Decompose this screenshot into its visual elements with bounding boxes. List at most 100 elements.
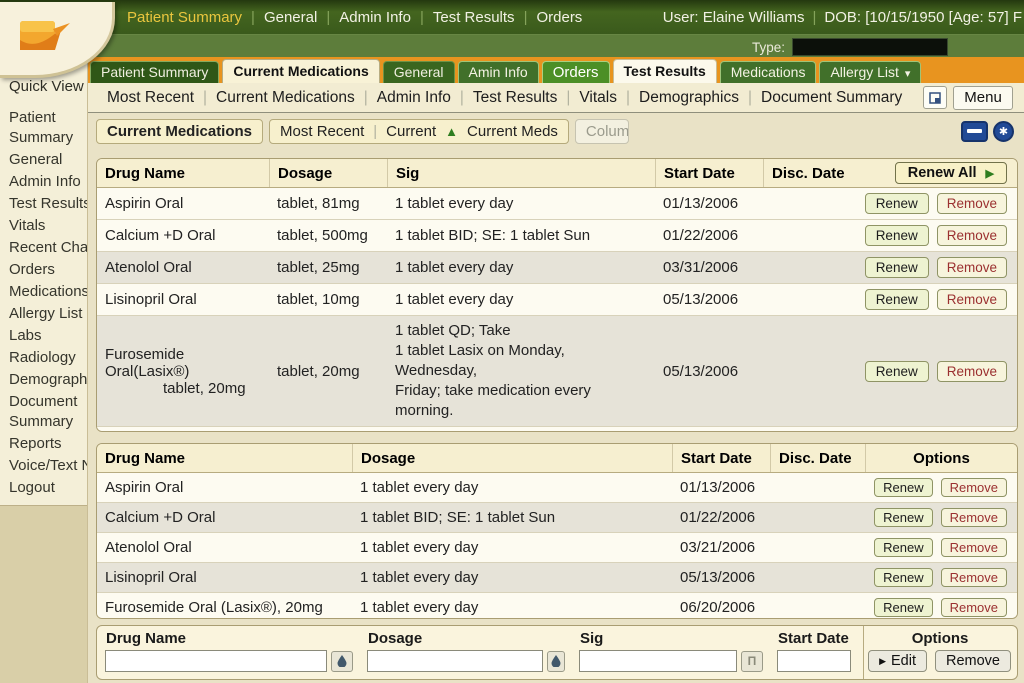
- remove-button[interactable]: Remove: [936, 257, 1007, 278]
- top-nav-patient-summary[interactable]: Patient Summary: [118, 9, 251, 26]
- remove-button[interactable]: Remove: [940, 478, 1007, 497]
- tab-patient-summary[interactable]: Patient Summary: [90, 61, 220, 83]
- renew-button[interactable]: Renew: [864, 360, 929, 382]
- cell-sig: 1 tablet every day: [387, 189, 655, 219]
- settings-icon[interactable]: ✱: [993, 120, 1014, 142]
- view-tab-current-medications[interactable]: Current Medications: [96, 118, 264, 144]
- tab-allergy-list[interactable]: Allergy List ▾: [819, 61, 922, 83]
- main-content: Patient Summary Current Medications Genera…: [88, 57, 1024, 683]
- col-sig: Sig: [387, 159, 655, 187]
- remove-button[interactable]: Remove: [940, 598, 1007, 617]
- tab-orders[interactable]: Orders: [541, 61, 610, 83]
- renew-all-button[interactable]: Renew All ▶: [894, 162, 1007, 184]
- drug-name-text: Calcium +D Oral: [105, 227, 216, 244]
- sidebar-item-admin-info[interactable]: Admin Info: [0, 172, 87, 192]
- renew-button[interactable]: Renew: [874, 538, 933, 557]
- sidebar-item-general[interactable]: General: [0, 150, 87, 170]
- cell-sig: 1 tablet every day: [387, 253, 655, 283]
- cell-actions: Renew Remove: [853, 284, 1017, 315]
- tab-amin-info[interactable]: Amin Info: [457, 61, 539, 83]
- cell-disc-date: [770, 513, 865, 523]
- remove-button[interactable]: Remove: [940, 568, 1007, 587]
- renew-button[interactable]: Renew: [864, 225, 929, 246]
- drug-lookup-button[interactable]: [331, 650, 353, 672]
- renew-button[interactable]: Renew: [874, 508, 933, 527]
- sidebar-item-vitals[interactable]: Vitals: [0, 216, 87, 236]
- edit-button[interactable]: ▶ Edit: [868, 650, 927, 672]
- remove-button[interactable]: Remove: [936, 289, 1007, 310]
- view-most-recent[interactable]: Most Recent: [280, 120, 364, 143]
- tab-current-medications[interactable]: Current Medications: [222, 59, 380, 83]
- view-current[interactable]: Current: [386, 120, 436, 143]
- sidebar-item-radiology[interactable]: Radiology: [0, 348, 87, 368]
- top-nav-general[interactable]: General: [255, 9, 326, 26]
- nav-admin-info[interactable]: Admin Info: [368, 89, 460, 107]
- sidebar-item-document-summary[interactable]: Document Summary: [0, 392, 87, 432]
- nav-current-medications[interactable]: Current Medications: [207, 89, 364, 107]
- tab-medications[interactable]: Medications: [719, 61, 817, 83]
- cell-drug-name: Aspirin Oral: [105, 479, 184, 496]
- cell-drug-name: Lisinopril Oral: [97, 286, 269, 313]
- col-dosage: Dosage: [269, 159, 387, 187]
- top-nav-orders[interactable]: Orders: [527, 9, 591, 26]
- sidebar-item-recent-charts[interactable]: Recent Charts: [0, 238, 87, 258]
- cell-disc-date: [770, 483, 865, 493]
- nav-test-results[interactable]: Test Results: [464, 89, 566, 107]
- sidebar-item-test-results[interactable]: Test Results: [0, 194, 87, 214]
- nav-demographics[interactable]: Demographics: [630, 89, 748, 107]
- type-input[interactable]: [792, 38, 949, 56]
- sidebar-item-medications[interactable]: Medications: [0, 282, 87, 302]
- nav-vitals[interactable]: Vitals: [570, 89, 626, 107]
- cell-sig: 1 tablet every day: [387, 285, 655, 315]
- sidebar-item-labs[interactable]: Labs: [0, 326, 87, 346]
- renew-button[interactable]: Renew: [864, 289, 929, 310]
- tab-test-results[interactable]: Test Results: [612, 59, 717, 83]
- sidebar-header: Quick View: [9, 78, 84, 95]
- dosage-lookup-button[interactable]: [547, 650, 565, 672]
- sidebar-item-orders[interactable]: Orders: [0, 260, 87, 280]
- tab-general[interactable]: General: [382, 61, 455, 83]
- renew-button[interactable]: Renew: [874, 568, 933, 587]
- sidebar-item-patient-summary[interactable]: Patient Summary: [0, 108, 87, 148]
- col-disc-date: Disc. Date: [763, 159, 853, 187]
- sidebar-item-reports[interactable]: Reports: [0, 434, 87, 454]
- menu-button[interactable]: Menu: [953, 85, 1013, 110]
- view-current-meds[interactable]: Current Meds: [467, 120, 558, 143]
- remove-button[interactable]: Remove: [940, 538, 1007, 557]
- cell-drug-name: Furosemide Oral(Lasix®) tablet, 20mg: [97, 341, 269, 402]
- remove-button[interactable]: Remove: [936, 225, 1007, 246]
- droplet-icon: [337, 655, 347, 667]
- col-start-date: Start Date: [672, 444, 770, 472]
- sig-input[interactable]: [579, 650, 737, 672]
- sidebar-item-logout[interactable]: Logout: [0, 478, 87, 498]
- remove-button[interactable]: Remove: [936, 193, 1007, 214]
- drug-name-input[interactable]: [105, 650, 328, 672]
- view-tab-group: Most Recent | Current ▲ Current Meds: [269, 118, 569, 144]
- form-remove-button[interactable]: Remove: [935, 650, 1011, 672]
- tab-label: Medications: [730, 64, 806, 80]
- renew-button[interactable]: Renew: [864, 257, 929, 278]
- sidebar-item-voice-text-notes[interactable]: Voice/Text Notes: [0, 456, 87, 476]
- table-row: Calcium +D Oral 1 tablet BID; SE: 1 table…: [97, 503, 1017, 533]
- top-nav-test-results[interactable]: Test Results: [424, 9, 524, 26]
- sidebar-item-demographics[interactable]: Demographics: [0, 370, 87, 390]
- section-nav-strip: Most Recent | Current Medications | Admin In…: [88, 83, 1024, 113]
- renew-button[interactable]: Renew: [874, 478, 933, 497]
- dosage-input[interactable]: [367, 650, 543, 672]
- nav-document-summary[interactable]: Document Summary: [752, 89, 911, 107]
- remove-button[interactable]: Remove: [940, 508, 1007, 527]
- cell-start-date: 05/13/2006: [663, 362, 739, 380]
- nav-most-recent[interactable]: Most Recent: [98, 89, 203, 107]
- remove-button[interactable]: Remove: [936, 360, 1007, 382]
- popout-button[interactable]: [923, 86, 948, 109]
- renew-button[interactable]: Renew: [864, 193, 929, 214]
- start-date-input[interactable]: [777, 650, 851, 672]
- sidebar-item-allergy-list[interactable]: Allergy List: [0, 304, 87, 324]
- minimize-icon[interactable]: [961, 120, 988, 142]
- top-nav-admin-info[interactable]: Admin Info: [330, 9, 420, 26]
- drug-name-text: Lisinopril Oral: [105, 291, 197, 308]
- cell-disc-date: [770, 543, 865, 553]
- sig-builder-button[interactable]: Π: [741, 650, 763, 672]
- renew-button[interactable]: Renew: [874, 598, 933, 617]
- cell-disc-date: [763, 295, 853, 305]
